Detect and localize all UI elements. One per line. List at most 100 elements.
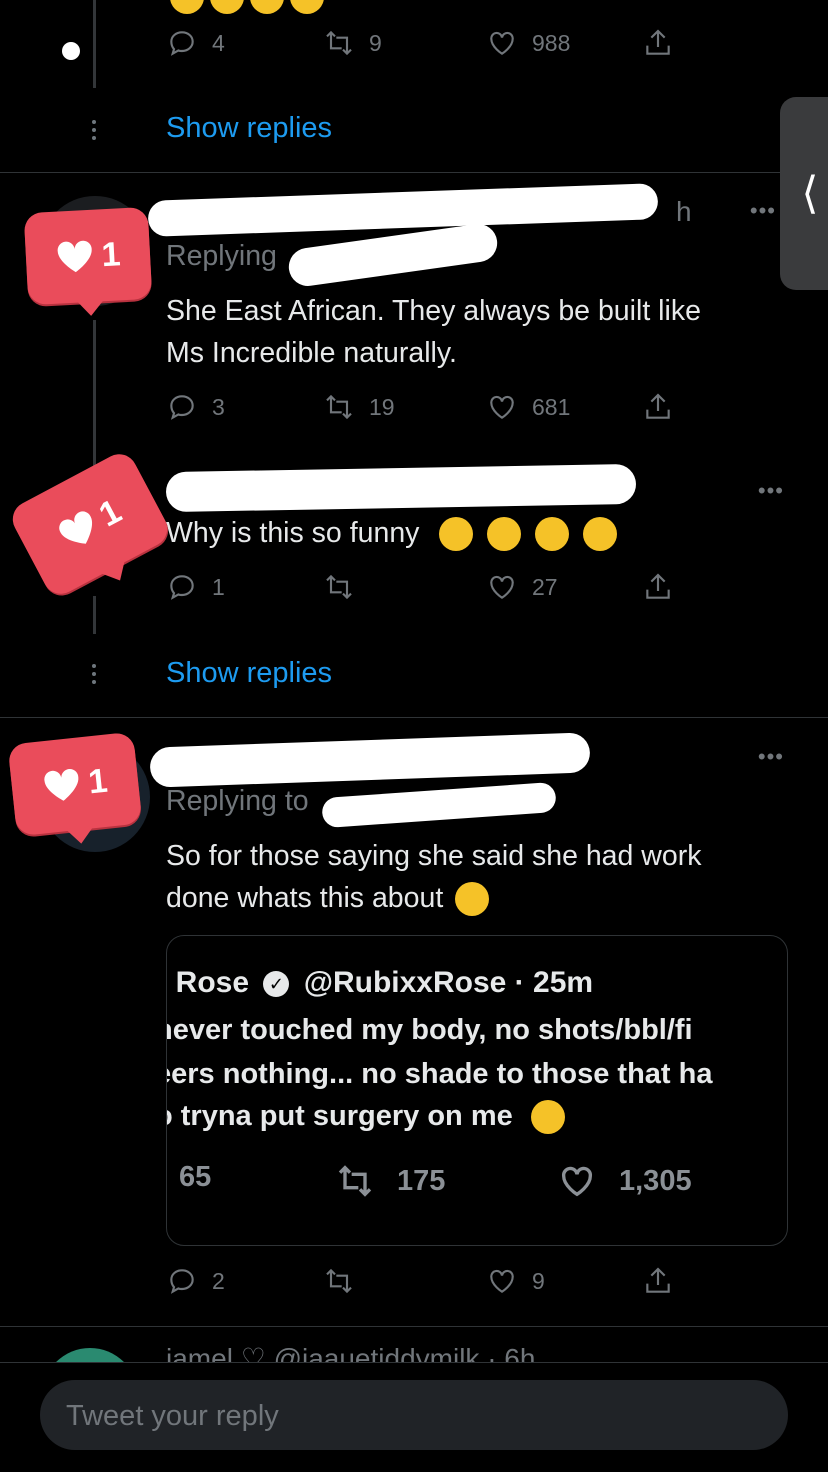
chevron-left-icon: ⟨	[801, 169, 819, 218]
quote-header: i Rose ✓ @RubixxRose · 25m	[166, 966, 594, 1000]
tweet-text-line: So for those saying she said she had wor…	[166, 840, 702, 872]
quote-replies: 65	[179, 1161, 212, 1193]
retweet-button[interactable]	[323, 1261, 355, 1301]
tweet-actions: 3 19 681	[166, 387, 686, 427]
replying-to-label: Replying	[166, 240, 277, 272]
heart-icon	[43, 769, 78, 801]
tweet-text-line: Why is this so funny	[166, 517, 420, 549]
reply-count: 3	[212, 393, 225, 420]
tweet-actions: 4 9 988	[166, 23, 686, 63]
replying-to-label: Replying to	[166, 785, 309, 817]
redaction-name	[165, 463, 637, 513]
heart-icon	[490, 1269, 514, 1293]
redaction-name	[147, 183, 659, 237]
quote-author-name: i Rose	[166, 966, 250, 999]
retweet-icon	[326, 394, 352, 420]
redaction-handle	[286, 221, 500, 289]
divider	[0, 717, 828, 718]
thread-line	[93, 320, 96, 470]
thread-dot	[62, 42, 80, 60]
reply-count: 4	[212, 29, 225, 56]
tweet-actions: 1 27	[166, 567, 686, 607]
share-icon	[646, 29, 670, 55]
like-notification-badge: 1	[6, 447, 174, 601]
retweet-count: 19	[369, 393, 395, 420]
like-count: 9	[532, 1267, 545, 1294]
crying-emoji	[583, 517, 618, 552]
retweet-button[interactable]	[323, 567, 355, 607]
tweet-header: iamel ♡ @iaauetiddymilk · 6h	[166, 1343, 536, 1362]
crying-emoji	[487, 517, 522, 552]
quote-retweets: 175	[335, 1161, 445, 1201]
tweet-text: Why is this so funny	[166, 512, 786, 554]
share-button[interactable]	[642, 23, 674, 63]
like-count: 988	[532, 29, 571, 56]
quote-text-line: eers nothing... no shade to those that h…	[166, 1058, 713, 1090]
reply-button[interactable]: 2	[166, 1261, 225, 1301]
badge-count: 1	[86, 761, 110, 801]
share-icon	[646, 393, 670, 419]
quote-actions: 65 175 1,305	[167, 1161, 787, 1201]
quoted-image[interactable]: i Rose ✓ @RubixxRose · 25m never touched…	[166, 935, 788, 1246]
reply-button[interactable]: 4	[166, 23, 225, 63]
like-notification-badge: 1	[7, 731, 143, 837]
retweet-icon	[326, 1268, 352, 1294]
crying-emoji	[535, 517, 570, 552]
reply-count: 2	[212, 1267, 225, 1294]
retweet-icon	[338, 1165, 372, 1197]
tweet-text-line: Ms Incredible naturally.	[166, 337, 457, 369]
heart-icon	[58, 511, 92, 544]
tweet-text-line: done whats this about	[166, 882, 444, 914]
divider	[0, 1326, 828, 1327]
redaction-name	[149, 732, 591, 788]
thread-dots	[92, 120, 96, 144]
divider	[0, 172, 828, 173]
reply-count: 1	[212, 573, 225, 600]
reply-icon	[170, 1269, 194, 1294]
thinking-emoji	[455, 882, 490, 917]
quote-likes: 1,305	[557, 1161, 692, 1201]
quote-handle-time: @RubixxRose · 25m	[303, 966, 594, 999]
like-button[interactable]: 27	[486, 567, 558, 607]
heart-icon	[490, 575, 514, 599]
like-count: 681	[532, 393, 571, 420]
tweet-text: She East African. They always be built l…	[166, 290, 786, 374]
side-panel-tab[interactable]: ⟨	[780, 97, 828, 290]
reply-icon	[170, 395, 194, 420]
show-replies-link[interactable]: Show replies	[166, 657, 332, 690]
quote-text-line: never touched my body, no shots/bbl/fi	[166, 1014, 693, 1046]
more-options-button[interactable]: •••	[758, 744, 784, 770]
reply-icon	[170, 575, 194, 600]
share-button[interactable]	[642, 387, 674, 427]
tweet-reply-input[interactable]	[64, 1380, 768, 1452]
crying-emoji	[439, 517, 474, 552]
redaction-handle	[321, 781, 557, 829]
heart-icon	[490, 31, 514, 55]
more-options-button[interactable]: •••	[750, 198, 776, 224]
quote-retweet-count: 175	[397, 1164, 446, 1197]
retweet-icon	[326, 30, 352, 56]
retweet-count: 9	[369, 29, 382, 56]
share-button[interactable]	[642, 567, 674, 607]
reply-button[interactable]: 1	[166, 567, 225, 607]
retweet-button[interactable]: 9	[323, 23, 382, 63]
reply-button[interactable]: 3	[166, 387, 225, 427]
like-button[interactable]: 9	[486, 1261, 545, 1301]
heart-icon	[57, 240, 92, 273]
reply-icon	[170, 31, 194, 56]
divider	[0, 1362, 828, 1363]
like-button[interactable]: 988	[486, 23, 570, 63]
share-button[interactable]	[642, 1261, 674, 1301]
thread-line	[93, 0, 96, 88]
retweet-button[interactable]: 19	[323, 387, 395, 427]
like-count: 27	[532, 573, 558, 600]
more-options-button[interactable]: •••	[758, 478, 784, 504]
share-icon	[646, 573, 670, 599]
share-icon	[646, 1267, 670, 1293]
top-emoji-row	[170, 0, 324, 14]
badge-count: 1	[100, 234, 122, 274]
thread-dots	[92, 664, 96, 688]
reply-composer[interactable]	[40, 1380, 788, 1452]
show-replies-link[interactable]: Show replies	[166, 112, 332, 145]
like-button[interactable]: 681	[486, 387, 570, 427]
